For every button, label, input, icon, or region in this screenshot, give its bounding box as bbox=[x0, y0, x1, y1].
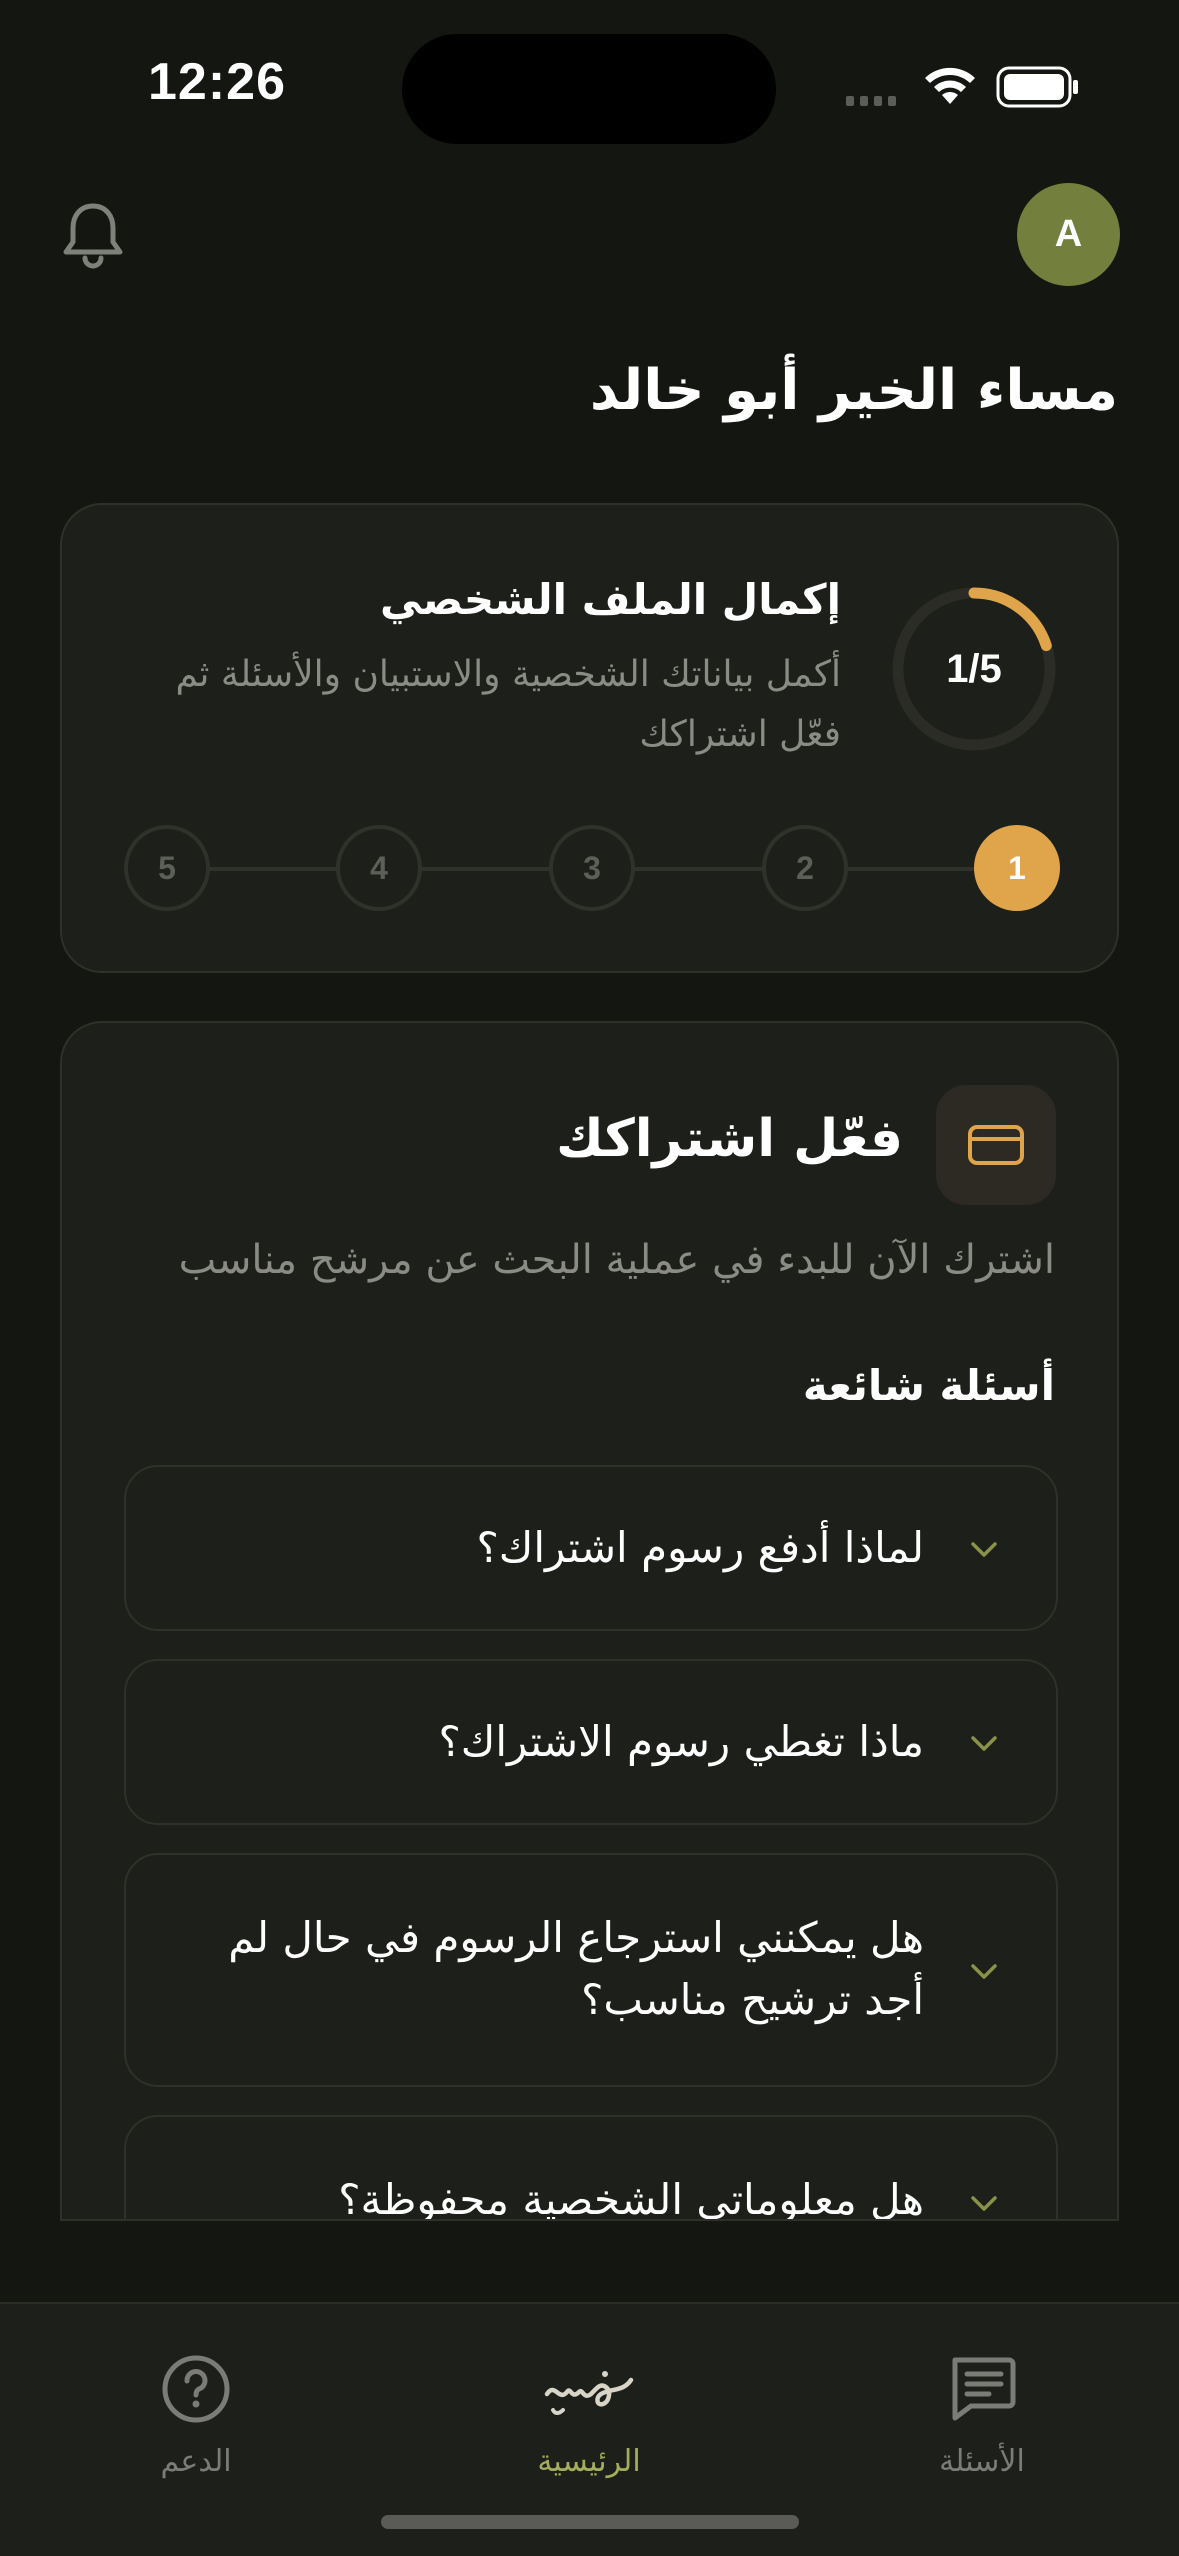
subscription-title: فعّل اشتراكك bbox=[556, 1109, 903, 1169]
subscription-card: فعّل اشتراكك اشترك الآن للبدء في عملية ا… bbox=[60, 1021, 1119, 2221]
faq-item[interactable]: ماذا تغطي رسوم الاشتراك؟ bbox=[124, 1659, 1058, 1825]
step-1: 1 bbox=[974, 825, 1060, 911]
chevron-down-icon bbox=[971, 1542, 997, 1557]
profile-completion-card[interactable]: 1/5 إكمال الملف الشخصي أكمل بياناتك الشخ… bbox=[60, 503, 1119, 973]
tab-support[interactable]: الدعم bbox=[96, 2352, 296, 2479]
cellular-signal-icon bbox=[846, 96, 896, 106]
tab-questions-label: الأسئلة bbox=[939, 2444, 1025, 2479]
chevron-down-icon bbox=[971, 1736, 997, 1751]
dynamic-island bbox=[402, 34, 776, 144]
tab-home[interactable]: الرئيسية bbox=[489, 2352, 689, 2479]
faq-item[interactable]: هل معلوماتي الشخصية محفوظة؟ bbox=[124, 2115, 1058, 2221]
chevron-down-icon bbox=[971, 1964, 997, 1979]
chevron-down-icon bbox=[971, 2196, 997, 2211]
faq-heading: أسئلة شائعة bbox=[802, 1361, 1055, 1410]
page-greeting: مساء الخير أبو خالد bbox=[589, 358, 1118, 423]
faq-question: هل يمكنني استرجاع الرسوم في حال لم أجد ت… bbox=[228, 1913, 924, 2024]
notification-bell-icon[interactable] bbox=[60, 200, 126, 270]
faq-item[interactable]: هل يمكنني استرجاع الرسوم في حال لم أجد ت… bbox=[124, 1853, 1058, 2087]
tab-support-label: الدعم bbox=[160, 2444, 232, 2479]
status-time: 12:26 bbox=[148, 53, 286, 111]
step-4: 4 bbox=[336, 825, 422, 911]
profile-card-title: إكمال الملف الشخصي bbox=[380, 575, 841, 624]
home-indicator bbox=[381, 2515, 799, 2529]
profile-card-description: أكمل بياناتك الشخصية والاستبيان والأسئلة… bbox=[175, 654, 841, 755]
tab-home-label: الرئيسية bbox=[537, 2444, 641, 2479]
progress-label: 1/5 bbox=[946, 646, 1002, 691]
credit-card-icon bbox=[936, 1085, 1056, 1205]
step-2: 2 bbox=[762, 825, 848, 911]
wifi-icon bbox=[925, 67, 975, 104]
screen: 12:26 A مساء الخير أبو خالد 1/5 إكمال ال… bbox=[0, 0, 1179, 2556]
faq-question: ماذا تغطي رسوم الاشتراك؟ bbox=[438, 1717, 924, 1766]
home-logo-icon bbox=[544, 2371, 634, 2415]
faq-question: لماذا أدفع رسوم اشتراك؟ bbox=[476, 1523, 924, 1572]
step-5: 5 bbox=[124, 825, 210, 911]
avatar[interactable]: A bbox=[1017, 183, 1120, 286]
message-icon bbox=[952, 2357, 1016, 2421]
subscription-description: اشترك الآن للبدء في عملية البحث عن مرشح … bbox=[178, 1237, 1055, 1283]
faq-question: هل معلوماتي الشخصية محفوظة؟ bbox=[338, 2175, 924, 2221]
profile-stepper: 5 4 3 2 1 bbox=[124, 825, 1064, 913]
help-circle-icon bbox=[162, 2355, 230, 2423]
step-3: 3 bbox=[549, 825, 635, 911]
tab-questions[interactable]: الأسئلة bbox=[882, 2352, 1082, 2479]
battery-icon bbox=[996, 66, 1078, 108]
faq-item[interactable]: لماذا أدفع رسوم اشتراك؟ bbox=[124, 1465, 1058, 1631]
